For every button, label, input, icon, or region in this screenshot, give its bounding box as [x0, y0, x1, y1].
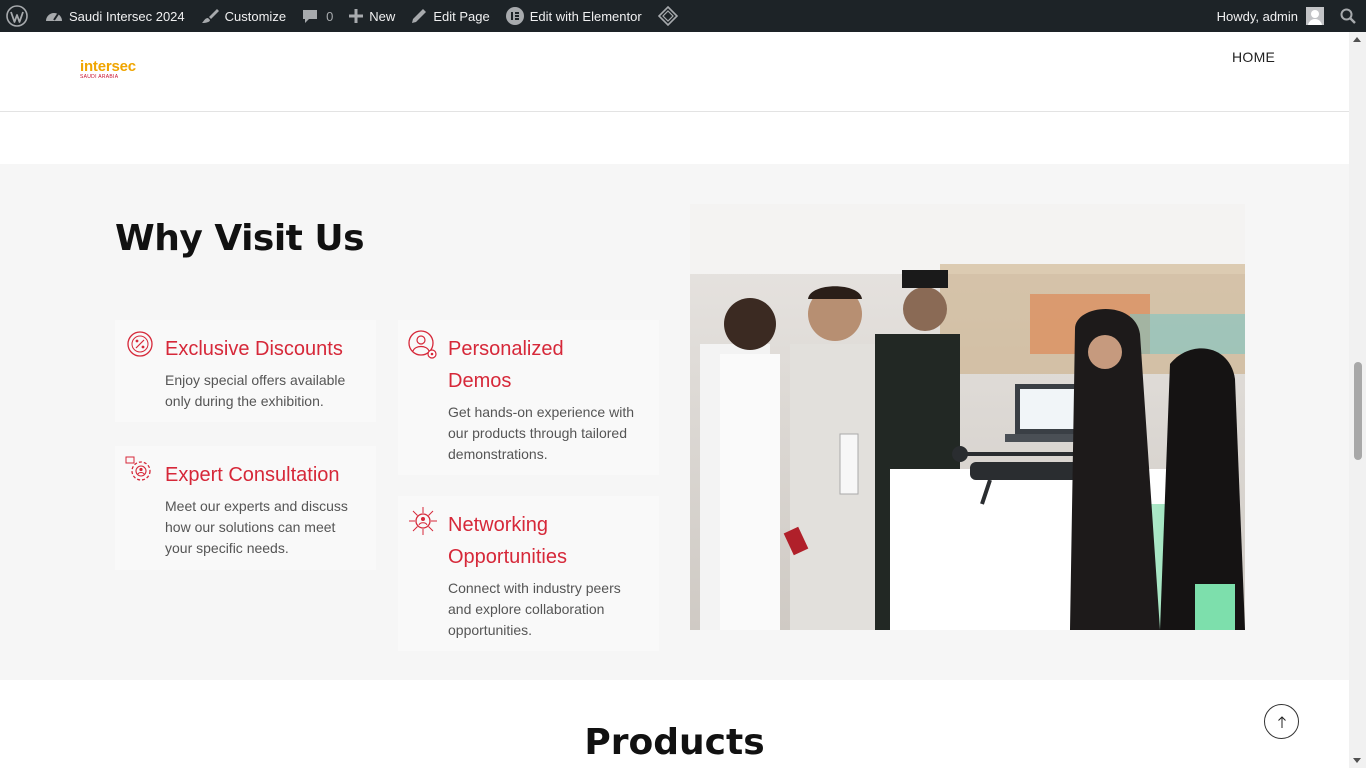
site-name-label: Saudi Intersec 2024	[69, 8, 185, 24]
card-title: Exclusive Discounts	[165, 338, 343, 360]
comment-icon	[303, 10, 318, 23]
card-title-line: Personalized	[448, 338, 564, 360]
discount-icon	[127, 331, 153, 357]
card-title-line: Opportunities	[448, 546, 567, 568]
edit-elementor-link[interactable]: Edit with Elementor	[498, 0, 650, 32]
scrollbar-thumb[interactable]	[1354, 362, 1362, 460]
card-text-line: Connect with industry peers	[448, 580, 621, 596]
plus-icon	[349, 9, 364, 23]
card-text-line: Get hands-on experience with	[448, 404, 634, 420]
section-title: Why Visit Us	[115, 218, 365, 259]
card-text-line: our products through tailored	[448, 425, 627, 441]
avatar	[1306, 7, 1324, 25]
brush-icon	[201, 9, 219, 23]
comments-link[interactable]: 0	[294, 0, 341, 32]
card-text: Meet our experts and discuss how our sol…	[165, 496, 348, 559]
scroll-down-arrow-icon[interactable]	[1353, 758, 1361, 763]
card-text-line: opportunities.	[448, 622, 533, 638]
page-scrollbar[interactable]	[1349, 32, 1366, 768]
card-text: Get hands-on experience with our product…	[448, 402, 634, 465]
card-text-line: and explore collaboration	[448, 601, 605, 617]
scroll-up-arrow-icon[interactable]	[1353, 37, 1361, 42]
edit-page-link[interactable]: Edit Page	[403, 0, 497, 32]
why-visit-section: Why Visit Us Exclusive Discounts Enjoy s…	[0, 164, 1349, 680]
network-icon	[409, 507, 437, 535]
site-logo[interactable]: intersec SAUDI ARABIA	[80, 59, 136, 81]
site-header: intersec SAUDI ARABIA HOME	[0, 32, 1349, 112]
wordpress-logo-button[interactable]	[0, 0, 37, 32]
card-text-line: Enjoy special offers available	[165, 372, 346, 388]
card-text-line: Meet our experts and discuss	[165, 498, 348, 514]
pencil-icon	[412, 9, 427, 23]
new-content-link[interactable]: New	[341, 0, 403, 32]
exhibition-photo	[690, 204, 1245, 630]
card-text: Enjoy special offers available only duri…	[165, 370, 345, 412]
edit-elementor-label: Edit with Elementor	[529, 8, 642, 24]
card-text-line: demonstrations.	[448, 446, 548, 462]
site-name-link[interactable]: Saudi Intersec 2024	[37, 0, 193, 32]
card-text-line: only during the exhibition.	[165, 393, 324, 409]
logo-text: intersec	[80, 58, 136, 75]
card-text-line: how our solutions can meet	[165, 519, 336, 535]
page-viewport: intersec SAUDI ARABIA HOME Why Visit Us …	[0, 32, 1349, 768]
card-title: Personalized Demos	[448, 333, 564, 397]
logo-subtext: SAUDI ARABIA	[80, 74, 119, 80]
card-title: Networking Opportunities	[448, 509, 567, 573]
card-text: Connect with industry peers and explore …	[448, 578, 621, 641]
customize-label: Customize	[224, 8, 287, 24]
search-button[interactable]	[1332, 0, 1366, 32]
scroll-to-top-button[interactable]	[1264, 704, 1299, 739]
admin-bar: Saudi Intersec 2024 Customize 0 New Edit…	[0, 0, 1366, 32]
nav-item-home[interactable]: HOME	[1232, 49, 1275, 65]
products-title: Products	[584, 722, 765, 763]
card-title: Expert Consultation	[165, 464, 340, 486]
search-icon	[1340, 8, 1356, 24]
my-account-link[interactable]: Howdy, admin	[1209, 0, 1332, 32]
diamond-icon	[657, 6, 678, 26]
card-text-line: your specific needs.	[165, 540, 289, 556]
feature-card-exclusive-discounts: Exclusive Discounts Enjoy special offers…	[115, 320, 376, 422]
dashboard-icon	[46, 13, 62, 21]
new-label: New	[369, 8, 396, 24]
card-title-line: Networking	[448, 514, 549, 536]
elementor-icon	[505, 7, 524, 25]
howdy-label: Howdy, admin	[1216, 8, 1298, 24]
comments-count: 0	[326, 8, 334, 24]
feature-card-expert-consultation: Expert Consultation Meet our experts and…	[115, 446, 376, 570]
feature-card-personalized-demos: Personalized Demos Get hands-on experien…	[398, 320, 659, 475]
person-gear-icon	[408, 330, 437, 359]
photo-illustration	[690, 204, 1245, 630]
feature-card-networking-opportunities: Networking Opportunities Connect with in…	[398, 496, 659, 651]
wordpress-icon	[6, 5, 28, 27]
card-title-line: Demos	[448, 370, 512, 392]
edit-page-label: Edit Page	[433, 8, 490, 24]
customize-link[interactable]: Customize	[193, 0, 294, 32]
arrow-up-icon	[1277, 715, 1286, 728]
diamond-menu-button[interactable]	[650, 0, 686, 32]
consultation-icon	[125, 456, 151, 481]
